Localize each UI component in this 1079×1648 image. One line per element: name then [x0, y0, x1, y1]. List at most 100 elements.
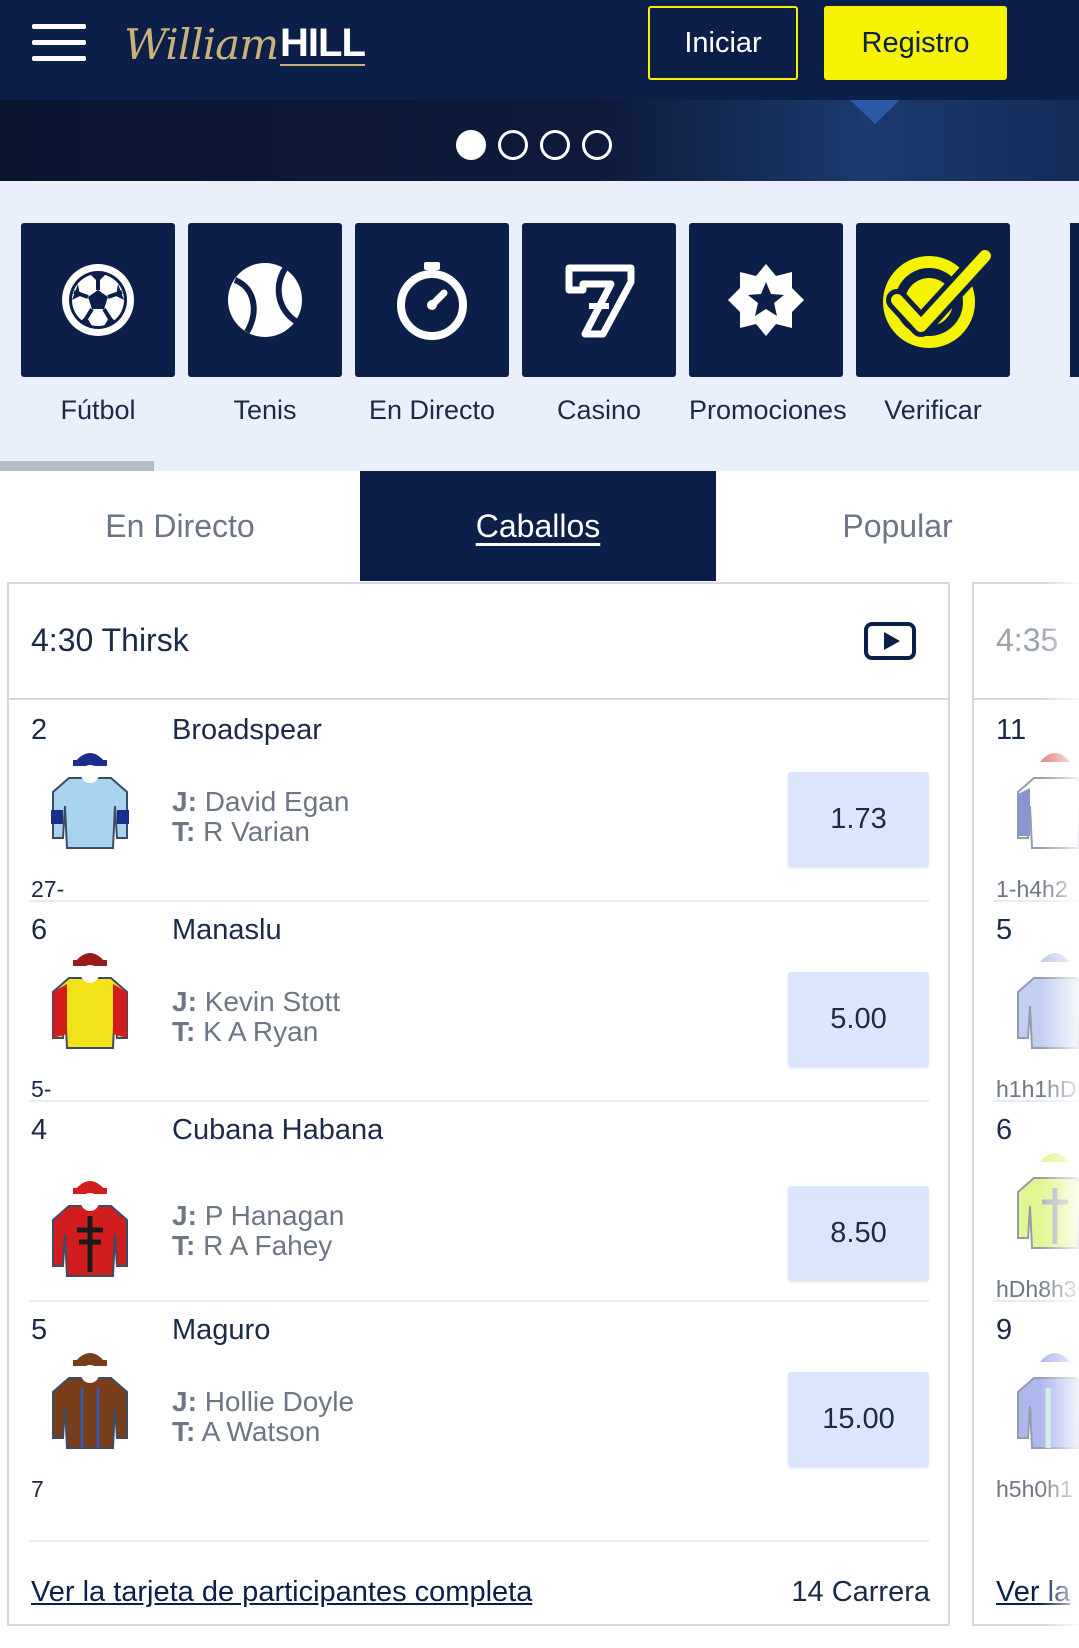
category-futbol[interactable]: Fútbol [21, 223, 175, 426]
runner-name: Cubana Habana [172, 1114, 384, 1146]
runner-number: 2 [31, 714, 48, 746]
category-label: Fútbol [60, 395, 136, 425]
tennis-ball-icon [188, 223, 342, 377]
runner-row: 5 Maguro J: Hollie Doyle T: A Watson 7 1… [9, 1300, 948, 1510]
top-header: William HILL Iniciar Registro [0, 0, 1079, 100]
logo-bold: HILL [280, 21, 366, 66]
jockey-line: J: Kevin Stott [172, 986, 341, 1017]
category-tenis[interactable]: Tenis [188, 223, 342, 426]
jockey-silk-icon [51, 753, 129, 849]
runner-row: 9 h5h0h1 [974, 1300, 1079, 1510]
runner-number: 5 [996, 914, 1013, 946]
jockey-silk-icon [52, 953, 128, 1049]
runner-number: 5 [31, 1314, 48, 1346]
jockey-line: J: David Egan [172, 786, 350, 817]
soccer-ball-icon [21, 223, 175, 377]
runner-number: 11 [996, 714, 1027, 746]
jockey-silk-icon [52, 1181, 128, 1277]
runner-number: 4 [31, 1114, 48, 1146]
category-casino[interactable]: Casino [522, 223, 676, 426]
next-race-card[interactable]: 4:35 11 1-h4h2 5 h1h1hD 6 hDh8h3 9 h5h0h… [972, 582, 1079, 1626]
tab-en-directo[interactable]: En Directo [0, 471, 360, 581]
runner-name: Manaslu [172, 914, 282, 946]
row-divider [29, 900, 929, 902]
jockey-silk-icon [52, 1353, 128, 1449]
runner-form: h5h0h1 [996, 1476, 1073, 1502]
check-verify-icon [856, 223, 1010, 377]
runner-form: hDh8h3 [996, 1276, 1077, 1302]
jockey-line: J: Hollie Doyle [172, 1386, 355, 1417]
runner-row: 6 Manaslu J: Kevin Stott T: K A Ryan 5- … [9, 900, 948, 1110]
race-card: 4:30 Thirsk 2 Broadspear J: David Egan T… [7, 582, 950, 1626]
jockey-silk-icon [1017, 1153, 1079, 1249]
trainer-line: T: K A Ryan [172, 1016, 319, 1047]
trainer-line: T: R Varian [172, 816, 310, 847]
runner-form: 5- [31, 1076, 52, 1102]
jockey-silk-icon [1017, 1353, 1079, 1449]
scrollbar-thumb[interactable] [0, 461, 154, 471]
runner-number: 9 [996, 1314, 1013, 1346]
menu-icon[interactable] [32, 24, 86, 62]
race-title[interactable]: 4:30 Thirsk [31, 622, 189, 659]
tab-caballos[interactable]: Caballos [360, 471, 716, 581]
runner-row: 6 hDh8h3 [974, 1100, 1079, 1310]
lucky-seven-icon [522, 223, 676, 377]
star-badge-icon [689, 223, 843, 377]
race-card-header: 4:35 [974, 584, 1079, 700]
race-count: 14 Carrera [791, 1576, 930, 1608]
category-next-partial[interactable] [1070, 223, 1079, 377]
runner-name: Broadspear [172, 714, 322, 746]
race-card-footer: Ver la tarjeta de participantes completa… [9, 1540, 948, 1626]
row-divider [994, 1300, 1079, 1302]
sport-tabs: En Directo Caballos Popular [0, 471, 1079, 581]
play-video-icon[interactable] [864, 622, 916, 660]
jockey-silk-icon [1017, 953, 1079, 1049]
odds-button[interactable]: 1.73 [788, 772, 929, 867]
promo-banner[interactable] [0, 100, 1079, 181]
register-button[interactable]: Registro [824, 6, 1007, 80]
carousel-dot[interactable] [498, 130, 528, 160]
odds-button[interactable]: 8.50 [788, 1186, 929, 1281]
runner-row: 2 Broadspear J: David Egan T: R Varian 2… [9, 700, 948, 910]
jockey-line: J: P Hanagan [172, 1200, 345, 1231]
runner-form: 1-h4h2 [996, 876, 1068, 902]
carousel-dot[interactable] [540, 130, 570, 160]
runner-number: 6 [31, 914, 48, 946]
banner-graphic [840, 100, 910, 124]
odds-button[interactable]: 15.00 [788, 1372, 929, 1467]
category-scrollbar[interactable] [0, 461, 1079, 471]
runner-form: 7 [31, 1476, 44, 1502]
category-promociones[interactable]: Promociones [689, 223, 847, 426]
tab-popular[interactable]: Popular [716, 471, 1079, 581]
runner-form: h1h1hD [996, 1076, 1077, 1102]
carousel-dot[interactable] [456, 130, 486, 160]
trainer-line: T: A Watson [172, 1416, 321, 1447]
category-verificar[interactable]: Verificar [856, 223, 1010, 426]
brand-logo[interactable]: William HILL [124, 14, 366, 74]
odds-button[interactable]: 5.00 [788, 972, 929, 1067]
trainer-line: T: R A Fahey [172, 1230, 333, 1261]
full-racecard-link[interactable]: Ver la [996, 1576, 1070, 1609]
row-divider [29, 1100, 929, 1102]
runner-name: Maguro [172, 1314, 271, 1346]
category-label: En Directo [368, 395, 496, 425]
row-divider [994, 1100, 1079, 1102]
race-card-header: 4:30 Thirsk [9, 584, 948, 700]
race-title[interactable]: 4:35 [996, 622, 1058, 659]
carousel-dots [456, 130, 612, 160]
jockey-silk-icon [1017, 753, 1079, 849]
runner-row: 5 h1h1hD [974, 900, 1079, 1110]
category-strip: Fútbol Tenis En Directo Casino Promocion… [0, 181, 1079, 471]
runner-row: 11 1-h4h2 [974, 700, 1079, 910]
category-label: Casino [556, 395, 642, 425]
category-en-directo[interactable]: En Directo [355, 223, 509, 426]
row-divider [29, 1300, 929, 1302]
runner-form: 27- [31, 876, 65, 902]
row-divider [994, 900, 1079, 902]
category-label: Promociones [689, 395, 847, 425]
carousel-dot[interactable] [582, 130, 612, 160]
category-label: Verificar [884, 395, 982, 425]
login-button[interactable]: Iniciar [648, 6, 798, 80]
full-racecard-link[interactable]: Ver la tarjeta de participantes completa [31, 1576, 532, 1609]
category-label: Tenis [233, 395, 297, 425]
